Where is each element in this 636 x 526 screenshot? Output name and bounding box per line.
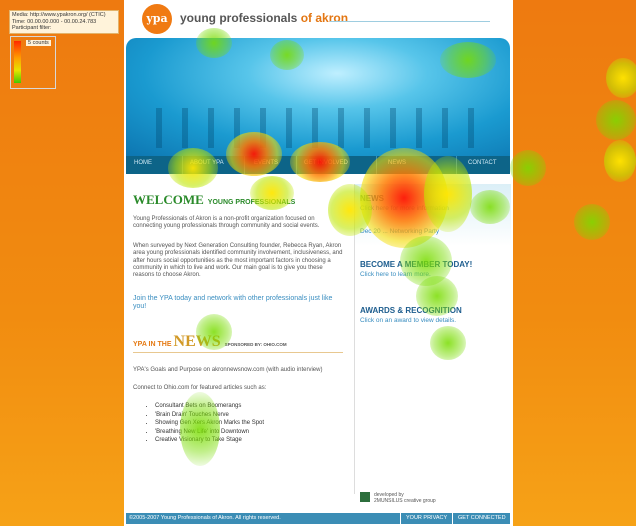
sidebar-news-link[interactable]: Click here for more information [360,205,449,212]
article-link[interactable]: 'Brain Drain' Touches Nerve [155,411,264,420]
privacy-link[interactable]: YOUR PRIVACY [406,515,447,521]
nav-item-news[interactable]: NEWS [388,160,406,166]
legend-color-bar [14,41,21,83]
developer-logo-icon[interactable] [360,492,370,502]
main-nav: HOME ABOUT YPA EVENTS GET INVOLVED NEWS … [126,156,510,174]
nav-divider [456,156,457,174]
welcome-paragraph-1: Young Professionals of Akron is a non-pr… [133,216,320,230]
site-title-suffix: of akron [300,11,349,25]
site-title-prefix: young professionals [180,11,298,25]
ypa-logo[interactable]: ypa [142,4,172,34]
become-member-link[interactable]: Click here to learn more. [360,271,431,278]
crowd-silhouettes [156,108,486,148]
article-list: Consultant Bets on Boomerangs 'Brain Dra… [143,402,264,445]
sidebar-news-heading: NEWS [360,194,384,203]
developer-name[interactable]: 2MUNSILUS creative group [374,498,436,504]
footer-bar: ©2005-2007 Young Professionals of Akron.… [126,513,510,524]
awards-link[interactable]: Click on an award to view details. [360,317,456,324]
sidebar-news-event[interactable]: Dec 20 ... Networking Party [360,228,439,235]
site-title: young professionals of akron [180,11,348,25]
footer-divider [452,513,453,524]
hero-banner [126,38,510,156]
article-link[interactable]: Showing Gen Xers Akron Marks the Spot [155,419,264,428]
news-item-link[interactable]: YPA's Goals and Purpose on akronnewsnow.… [133,367,345,374]
news-heading-news: NEWS [173,333,221,350]
nav-item-events[interactable]: EVENTS [254,160,278,166]
nav-item-involved[interactable]: GET INVOLVED [304,160,348,166]
nav-item-home[interactable]: HOME [134,160,152,166]
heatmap-legend: 5 counts [10,36,56,89]
participant-label: Participant filter: [12,25,52,31]
welcome-heading: WELCOME YOUNG PROFESSIONALS [133,192,295,208]
news-heading-ypa: YPA IN THE [133,341,172,348]
welcome-subtitle: YOUNG PROFESSIONALS [207,199,296,206]
nav-divider [296,156,297,174]
legend-count: 5 counts [26,40,51,46]
article-link[interactable]: 'Breathing New Life' into Downtown [155,428,264,437]
nav-divider [376,156,377,174]
news-divider [133,352,343,353]
article-link[interactable]: Creative Visionary to Take Stage [155,436,264,445]
news-intro: Connect to Ohio.com for featured article… [133,385,267,391]
nav-divider [182,156,183,174]
welcome-title: WELCOME [133,192,204,207]
awards-heading[interactable]: AWARDS & RECOGNITION [360,306,462,315]
become-member-heading[interactable]: BECOME A MEMBER TODAY! [360,260,472,269]
welcome-paragraph-2: When surveyed by Next Generation Consult… [133,243,343,279]
article-link[interactable]: Consultant Bets on Boomerangs [155,402,264,411]
developer-credit: developed by 2MUNSILUS creative group [374,492,436,504]
copyright-text: ©2005-2007 Young Professionals of Akron.… [129,515,281,521]
news-sponsor: SPONSORED BY: OHIO.COM [224,342,287,347]
nav-divider [244,156,245,174]
nav-item-contact[interactable]: CONTACT [468,160,497,166]
news-heading: YPA IN THE NEWS SPONSORED BY: OHIO.COM [133,333,287,351]
join-link[interactable]: Join the YPA today and network with othe… [133,295,333,311]
footer-divider [400,513,401,524]
get-connected-link[interactable]: GET CONNECTED [458,515,506,521]
heatmap-info-panel: Media: http://www.ypakron.org/ (CTIC) Ti… [9,10,119,34]
nav-item-about[interactable]: ABOUT YPA [190,160,224,166]
header-divider [330,21,490,22]
media-label: Media: http://www.ypakron.org/ (CTIC) [12,12,106,18]
